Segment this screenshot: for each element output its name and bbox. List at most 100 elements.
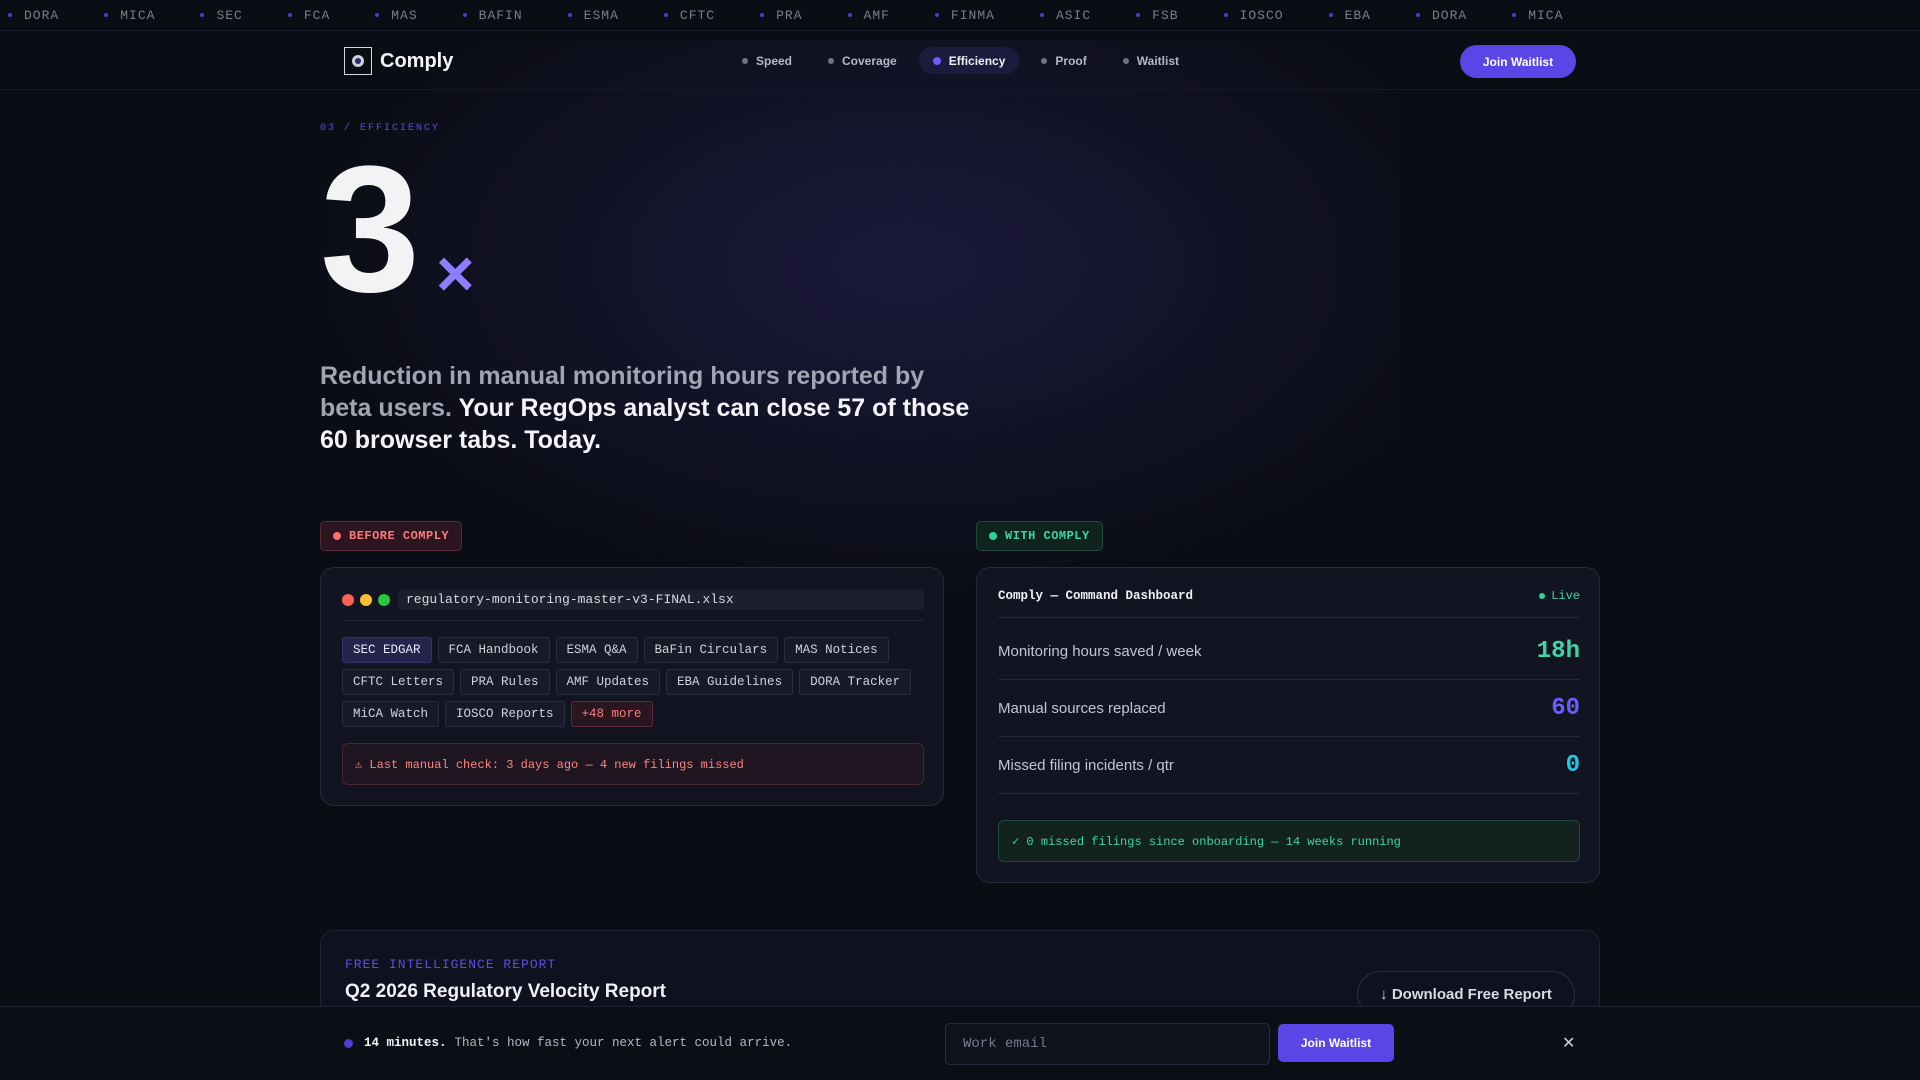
before-card: regulatory-monitoring-master-v3-FINAL.xl… [320, 567, 944, 806]
regulator-ticker: DORA MICA SEC FCA MAS BAFIN ESMA CFTC PRA AMF FINM… [0, 0, 1920, 31]
nav-dot-icon [1122, 57, 1129, 64]
alert-speed-message: 14 minutes. That's how fast your next al… [344, 1036, 792, 1050]
ticker-item: FINMA [934, 8, 995, 23]
ticker-dot-icon [847, 13, 852, 17]
ticker-dot-icon [1512, 13, 1517, 17]
ticker-dot-icon [663, 13, 668, 17]
ticker-dot-icon [462, 13, 467, 17]
nav-link-label: Efficiency [948, 53, 1006, 68]
metric-label: Manual sources replaced [998, 699, 1166, 717]
ticker-item: DORA [8, 8, 59, 23]
ticker-item: CFTC [663, 7, 716, 23]
ticker-dot-icon [200, 13, 205, 17]
maximize-dot-icon [378, 593, 390, 606]
nav-link-label: Speed [756, 53, 793, 68]
brand-logo[interactable]: Comply [344, 47, 453, 75]
metric-label: Monitoring hours saved / week [998, 642, 1202, 660]
ticker-item: EBA [1328, 7, 1371, 23]
report-eyebrow: FREE INTELLIGENCE REPORT [345, 957, 557, 972]
ticker-label: SEC [216, 7, 243, 23]
ticker-label: AMF [863, 7, 890, 23]
nav-dot-icon [1041, 57, 1048, 64]
ticker-dot-icon [1223, 13, 1228, 17]
divider [342, 620, 924, 621]
ticker-dot-icon [934, 13, 939, 17]
ticker-item: BAFIN [462, 8, 523, 23]
ticker-dot-icon [1415, 13, 1420, 17]
nav-link-label: Coverage [842, 53, 897, 68]
alert-speed-text: That's how fast your next alert could ar… [454, 1036, 793, 1050]
dashboard-title: Comply — Command Dashboard [998, 589, 1194, 603]
join-waitlist-button[interactable]: Join Waitlist [1460, 45, 1576, 78]
multiplier-icon: × [436, 236, 475, 310]
source-tab-chip: AMF Updates [555, 669, 661, 695]
source-tabs: SEC EDGAR FCA Handbook ESMA Q&A BaFin Circu… [342, 637, 932, 733]
nav-link-waitlist[interactable]: Waitlist [1109, 47, 1193, 74]
ticker-item: PRA [760, 8, 802, 23]
live-label: Live [1551, 589, 1580, 603]
minimize-dot-icon [360, 593, 372, 606]
ticker-label: EBA [1344, 7, 1371, 23]
nav-link-label: Proof [1055, 53, 1087, 68]
ticker-dot-icon [8, 13, 12, 17]
ticker-item: FCA [287, 7, 331, 23]
source-tab-chip: PRA Rules [460, 669, 550, 695]
ticker-label: IOSCO [1239, 7, 1284, 23]
metric-value: 60 [1551, 694, 1580, 722]
ticker-label: MICA [120, 7, 156, 23]
source-tab-chip: EBA Guidelines [666, 669, 794, 695]
close-dot-icon [342, 593, 354, 606]
nav-link-label: Waitlist [1136, 53, 1179, 68]
source-tab-chip: CFTC Letters [342, 669, 455, 695]
after-card: Comply — Command Dashboard Live Monitori… [976, 567, 1600, 883]
nav-link-efficiency[interactable]: Efficiency [918, 47, 1020, 74]
brand-name: Comply [380, 49, 454, 72]
ticker-dot-icon [1328, 13, 1333, 17]
ticker-label: MICA [1528, 7, 1564, 23]
metric-row: Manual sources replaced 60 [998, 680, 1580, 737]
ticker-dot-icon [760, 13, 765, 17]
hero-lede: Reduction in manual monitoring hours rep… [320, 360, 980, 456]
pulse-dot-icon [344, 1038, 353, 1048]
ticker-dot-icon [375, 13, 380, 17]
source-tab-chip: IOSCO Reports [445, 701, 565, 727]
ticker-label: DORA [1431, 7, 1468, 23]
nav-link-coverage[interactable]: Coverage [814, 47, 911, 74]
nav-link-proof[interactable]: Proof [1027, 47, 1100, 74]
dashboard-header: Comply — Command Dashboard Live [998, 589, 1580, 603]
before-label: BEFORE COMPLY [349, 529, 450, 543]
source-tab-chip: FCA Handbook [437, 637, 550, 663]
ticker-item: ESMA [567, 7, 619, 23]
red-dot-icon [333, 532, 341, 540]
ticker-label: FSB [1152, 7, 1179, 23]
after-label: WITH COMPLY [1005, 529, 1090, 543]
ticker-dot-icon [1039, 13, 1044, 17]
logo-icon [344, 47, 372, 75]
ticker-label: FCA [303, 7, 331, 23]
ticker-label: CFTC [679, 7, 716, 23]
work-email-input[interactable] [945, 1023, 1270, 1065]
ticker-item: DORA [1415, 7, 1468, 23]
nav-link-speed[interactable]: Speed [728, 47, 806, 74]
window-bar: regulatory-monitoring-master-v3-FINAL.xl… [342, 589, 924, 610]
ticker-item: SEC [200, 8, 242, 23]
sticky-waitlist-bar: 14 minutes. That's how fast your next al… [0, 1006, 1920, 1080]
bar-join-waitlist-button[interactable]: Join Waitlist [1278, 1024, 1394, 1062]
spreadsheet-filename: regulatory-monitoring-master-v3-FINAL.xl… [398, 589, 924, 610]
ticker-dot-icon [287, 13, 292, 17]
ticker-item: AMF [847, 7, 890, 23]
hero-glow [300, 40, 1400, 600]
source-tab-chip: SEC EDGAR [342, 637, 432, 663]
ticker-item: MAS [375, 8, 417, 23]
ticker-label: ESMA [583, 7, 619, 23]
close-icon[interactable]: ✕ [1562, 1033, 1575, 1053]
source-tab-chip: BaFin Circulars [643, 637, 779, 663]
ticker-label: DORA [24, 7, 60, 23]
ticker-dot-icon [1136, 13, 1141, 17]
metric-label: Missed filing incidents / qtr [998, 756, 1174, 774]
metric-row: Monitoring hours saved / week 18h [998, 623, 1580, 680]
divider [998, 617, 1580, 618]
source-tab-chip: DORA Tracker [799, 669, 912, 695]
metric-value: 0 [1565, 751, 1580, 779]
ticker-item: MICA [104, 8, 155, 23]
